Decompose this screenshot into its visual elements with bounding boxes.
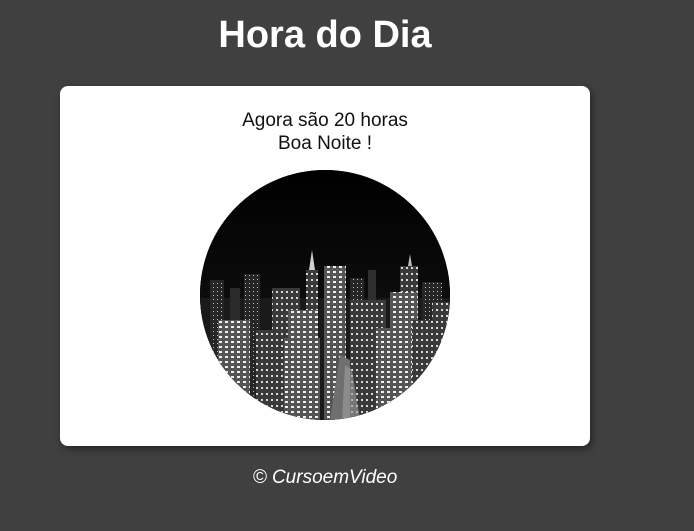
night-city-skyline-image [200, 170, 450, 420]
greeting-message: Boa Noite ! [278, 133, 372, 154]
night-city-photo [200, 170, 450, 420]
time-message: Agora são 20 horas [242, 110, 408, 131]
footer-copyright: © CursoemVideo [252, 467, 398, 488]
time-card: Agora são 20 horas Boa Noite ! [60, 86, 590, 446]
page-title: Hora do Dia [218, 14, 432, 56]
